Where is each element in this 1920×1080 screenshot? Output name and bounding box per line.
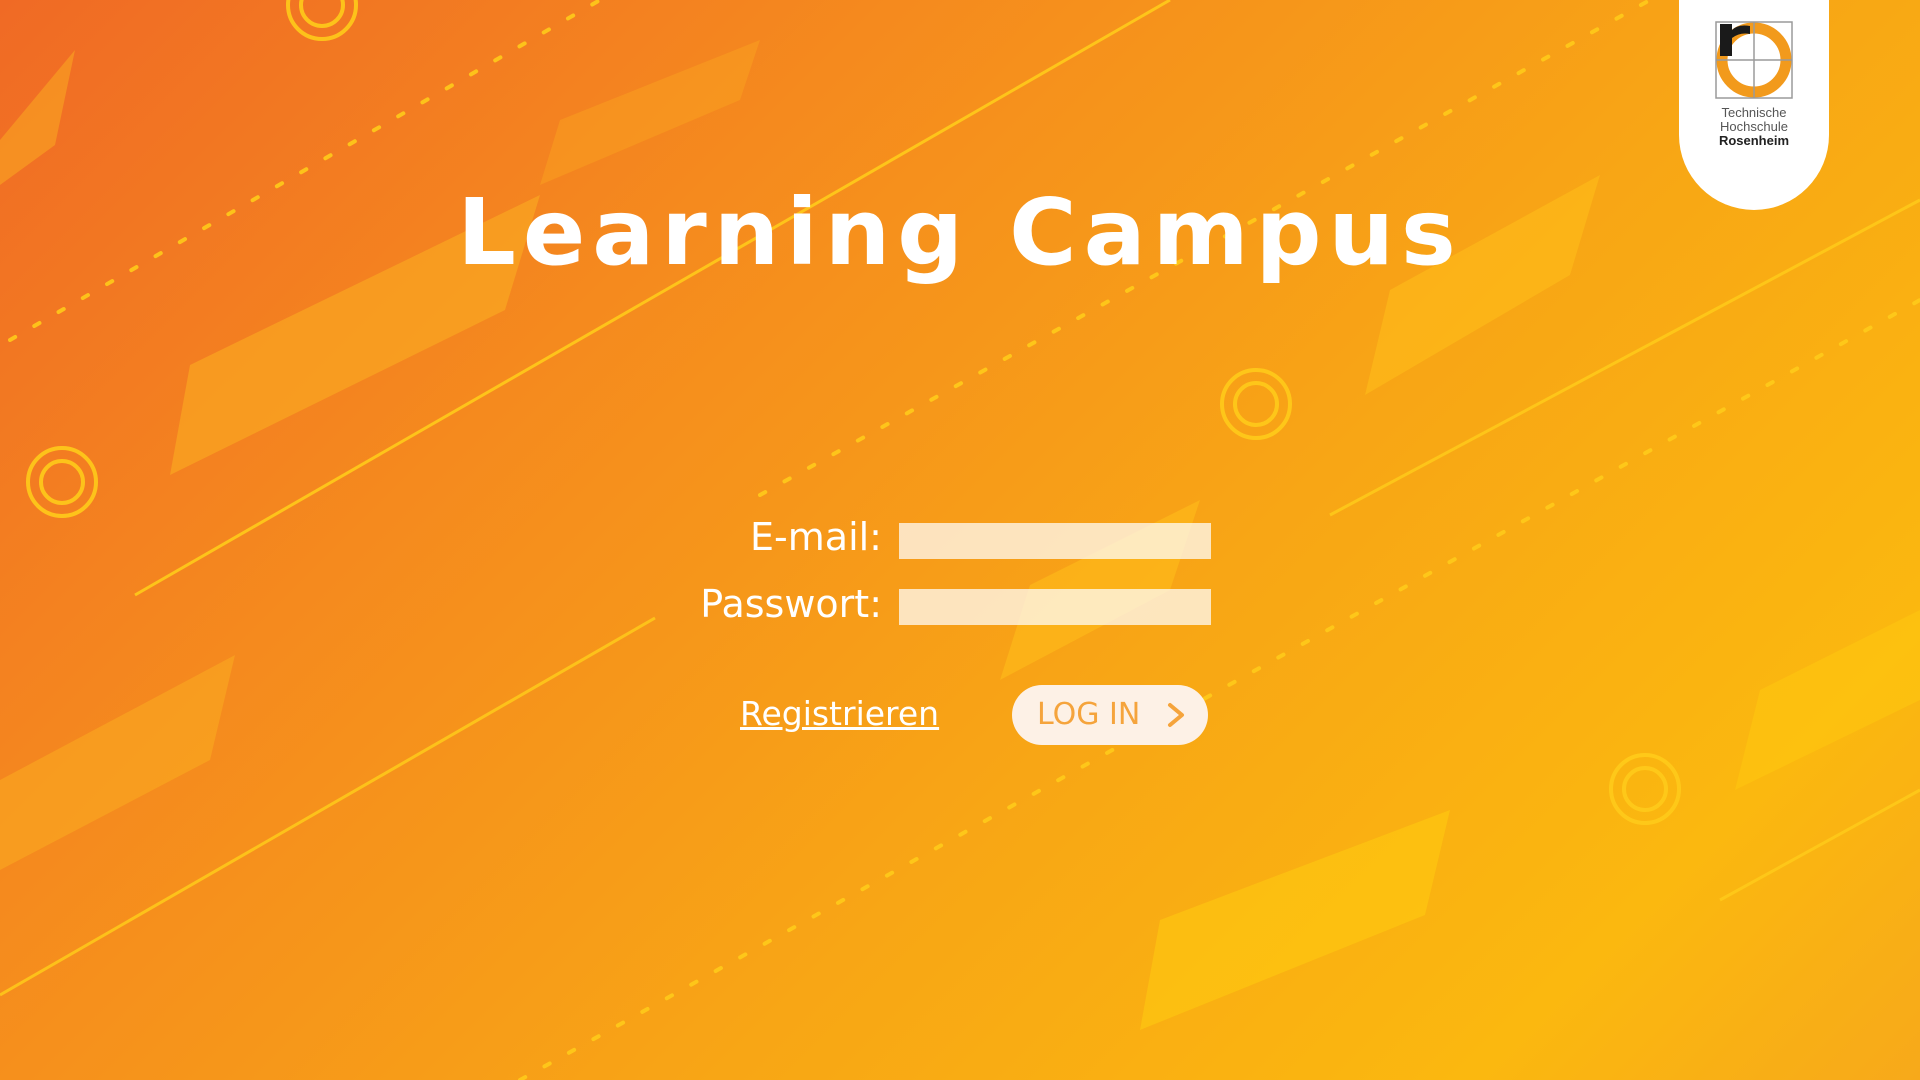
logo-line-1: Technische bbox=[1721, 105, 1787, 120]
university-logo-icon bbox=[1715, 21, 1793, 99]
logo-line-2: Hochschule bbox=[1720, 119, 1788, 134]
register-link[interactable]: Registrieren bbox=[740, 694, 939, 734]
logo-line-3: Rosenheim bbox=[1718, 133, 1790, 148]
password-field[interactable] bbox=[899, 589, 1211, 625]
login-button[interactable]: LOG IN bbox=[1012, 685, 1208, 745]
email-label: E-mail: bbox=[750, 515, 882, 559]
password-label: Passwort: bbox=[700, 582, 882, 626]
page-title: Learning Campus bbox=[457, 179, 1463, 286]
email-field[interactable] bbox=[899, 523, 1211, 559]
chevron-right-icon bbox=[1168, 703, 1184, 727]
university-name: Technische Hochschule Rosenheim bbox=[1679, 106, 1829, 148]
login-button-label: LOG IN bbox=[1037, 697, 1141, 732]
